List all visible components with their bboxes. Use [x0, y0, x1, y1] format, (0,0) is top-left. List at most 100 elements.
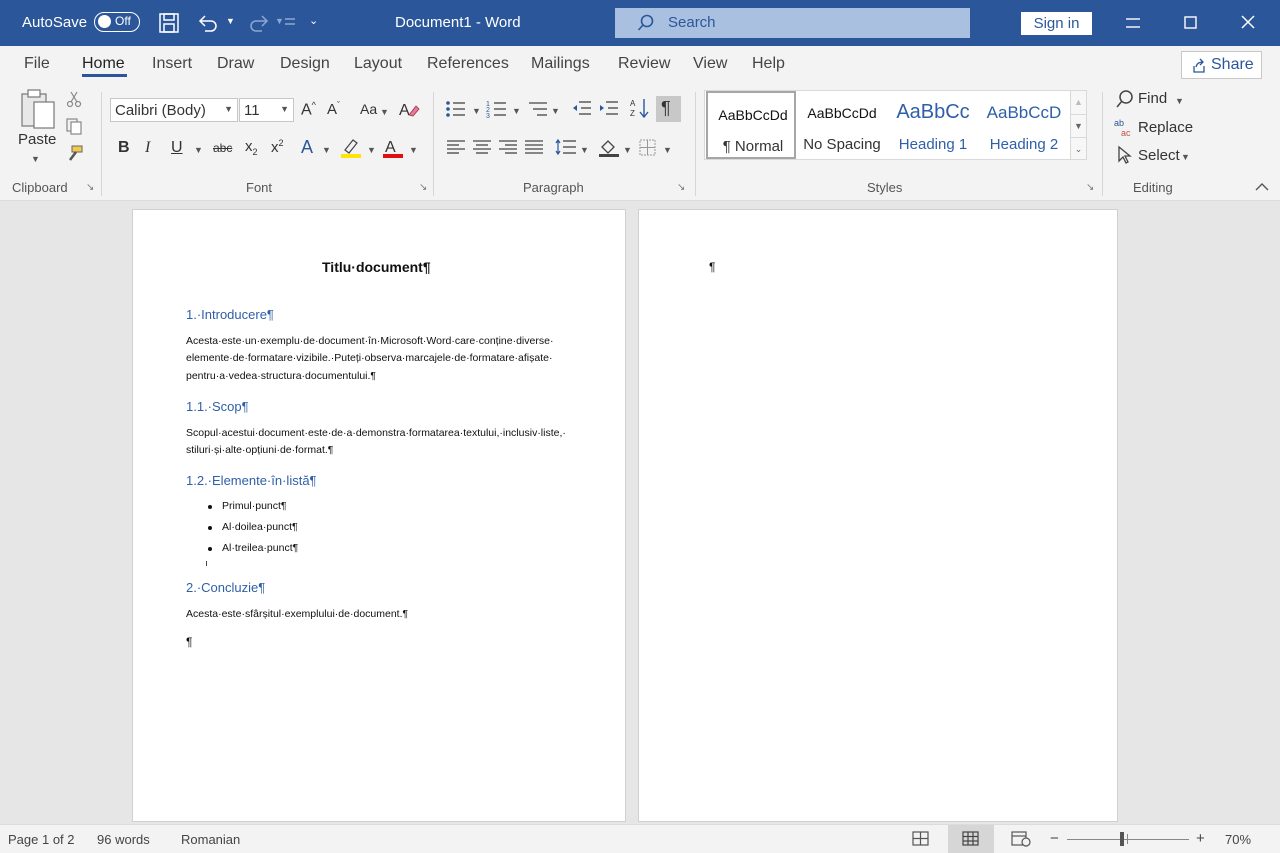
chevron-down-icon[interactable]: ▼ — [512, 106, 521, 116]
chevron-down-icon[interactable]: ▼ — [409, 145, 418, 155]
zoom-in-icon[interactable]: + — [1196, 830, 1205, 847]
undo-icon[interactable] — [197, 13, 219, 33]
line-spacing-icon[interactable] — [555, 138, 577, 156]
underline-icon[interactable]: U — [171, 139, 183, 157]
tab-references[interactable]: References — [427, 55, 509, 73]
web-layout-icon[interactable] — [1011, 831, 1031, 847]
align-center-icon[interactable] — [472, 138, 492, 156]
collapse-ribbon-icon[interactable] — [1255, 182, 1269, 192]
chevron-down-icon[interactable]: ▼ — [472, 106, 481, 116]
clipboard-launcher-icon[interactable]: ↘ — [86, 182, 94, 193]
chevron-down-icon[interactable]: ▼ — [1181, 152, 1190, 162]
undo-dropdown-icon[interactable]: ▼ — [226, 16, 235, 26]
tab-help[interactable]: Help — [752, 55, 785, 73]
format-painter-icon[interactable] — [64, 144, 84, 164]
tab-review[interactable]: Review — [618, 55, 670, 73]
document-page-1[interactable] — [132, 209, 626, 822]
paste-icon[interactable] — [18, 88, 58, 132]
align-right-icon[interactable] — [498, 138, 518, 156]
chevron-down-icon[interactable]: ▼ — [663, 145, 672, 155]
select-label[interactable]: Select — [1138, 147, 1180, 164]
chevron-down-icon[interactable]: ▼ — [551, 106, 560, 116]
font-name-select[interactable]: Calibri (Body) ▼ — [110, 98, 238, 122]
styles-launcher-icon[interactable]: ↘ — [1086, 182, 1094, 193]
style-heading-2[interactable]: AaBbCcD Heading 2 — [979, 91, 1069, 159]
maximize-icon[interactable] — [1183, 15, 1199, 31]
align-left-icon[interactable] — [446, 138, 466, 156]
justify-icon[interactable] — [524, 138, 544, 156]
decrease-indent-icon[interactable] — [571, 99, 593, 119]
style-normal[interactable]: AaBbCcDd ¶ Normal — [706, 91, 796, 159]
chevron-up-icon[interactable]: ▲ — [1071, 91, 1086, 113]
underline-dropdown-icon[interactable]: ▼ — [194, 145, 203, 155]
read-mode-icon[interactable] — [912, 831, 930, 847]
chevron-down-icon[interactable]: ▼ — [580, 145, 589, 155]
find-icon[interactable] — [1115, 89, 1135, 109]
strikethrough-icon[interactable]: abc — [213, 141, 232, 155]
bullets-icon[interactable] — [445, 99, 467, 119]
clear-formatting-icon[interactable]: A — [398, 98, 420, 120]
word-count[interactable]: 96 words — [97, 832, 150, 847]
tab-view[interactable]: View — [693, 55, 727, 73]
sort-icon[interactable]: A Z — [630, 97, 652, 119]
close-icon[interactable] — [1240, 14, 1256, 30]
document-page-2[interactable] — [638, 209, 1118, 822]
shading-icon[interactable] — [598, 137, 620, 157]
share-button[interactable]: Share — [1181, 51, 1262, 79]
ribbon-display-options-icon[interactable] — [1124, 15, 1142, 31]
customize-toolbar-icon[interactable]: ⌄ — [309, 14, 318, 27]
zoom-out-icon[interactable]: − — [1050, 830, 1059, 847]
language[interactable]: Romanian — [181, 832, 240, 847]
copy-icon[interactable] — [65, 117, 83, 135]
paste-dropdown-icon[interactable]: ▼ — [31, 154, 40, 164]
chevron-down-icon[interactable]: ▼ — [380, 107, 389, 117]
increase-indent-icon[interactable] — [598, 99, 620, 119]
font-launcher-icon[interactable]: ↘ — [419, 182, 427, 193]
style-no-spacing[interactable]: AaBbCcDd No Spacing — [797, 91, 887, 159]
tab-mailings[interactable]: Mailings — [531, 55, 590, 73]
change-case-icon[interactable]: Aa — [360, 101, 377, 117]
more-styles-icon[interactable]: ⌄ — [1071, 137, 1086, 160]
save-icon[interactable] — [158, 12, 180, 34]
replace-icon[interactable]: ab ac — [1114, 117, 1134, 137]
zoom-slider-thumb[interactable] — [1119, 832, 1124, 846]
replace-label[interactable]: Replace — [1138, 119, 1193, 136]
chevron-down-icon[interactable]: ▼ — [1071, 114, 1086, 137]
zoom-level[interactable]: 70% — [1225, 832, 1251, 847]
tab-design[interactable]: Design — [280, 55, 330, 73]
chevron-down-icon[interactable]: ▼ — [1175, 96, 1184, 106]
select-cursor-icon[interactable] — [1116, 145, 1134, 165]
numbering-icon[interactable]: 1 2 3 — [486, 99, 508, 119]
tab-home[interactable]: Home — [82, 55, 125, 73]
show-formatting-button[interactable]: ¶ — [656, 96, 681, 122]
tab-insert[interactable]: Insert — [152, 55, 192, 73]
shrink-font-icon[interactable]: Aˇ — [327, 100, 340, 118]
highlight-icon[interactable] — [340, 137, 362, 159]
chevron-down-icon[interactable]: ▼ — [623, 145, 632, 155]
grow-font-icon[interactable]: A^ — [301, 100, 316, 119]
search-box[interactable]: Search — [615, 8, 970, 38]
autosave-toggle[interactable]: Off — [94, 12, 140, 32]
chevron-down-icon[interactable]: ▼ — [367, 145, 376, 155]
paste-label[interactable]: Paste — [18, 131, 56, 148]
font-size-select[interactable]: 11 ▼ — [239, 98, 294, 122]
multilevel-list-icon[interactable] — [527, 99, 549, 119]
find-label[interactable]: Find — [1138, 90, 1167, 107]
paragraph-launcher-icon[interactable]: ↘ — [677, 182, 685, 193]
style-heading-1[interactable]: AaBbCc Heading 1 — [888, 91, 978, 159]
italic-icon[interactable]: I — [145, 139, 150, 157]
tab-file[interactable]: File — [24, 55, 50, 73]
chevron-down-icon[interactable]: ▼ — [322, 145, 331, 155]
bold-icon[interactable]: B — [118, 139, 130, 157]
tab-draw[interactable]: Draw — [217, 55, 254, 73]
subscript-icon[interactable]: x2 — [245, 138, 258, 157]
cut-icon[interactable] — [66, 90, 82, 108]
font-color-icon[interactable]: A — [382, 137, 404, 159]
page-count[interactable]: Page 1 of 2 — [8, 832, 75, 847]
redo-icon[interactable] — [248, 13, 270, 33]
superscript-icon[interactable]: x2 — [271, 138, 284, 156]
zoom-slider-track[interactable] — [1067, 839, 1189, 840]
print-layout-button[interactable] — [948, 825, 994, 853]
borders-icon[interactable] — [638, 138, 658, 156]
text-effects-icon[interactable]: A — [301, 137, 313, 158]
